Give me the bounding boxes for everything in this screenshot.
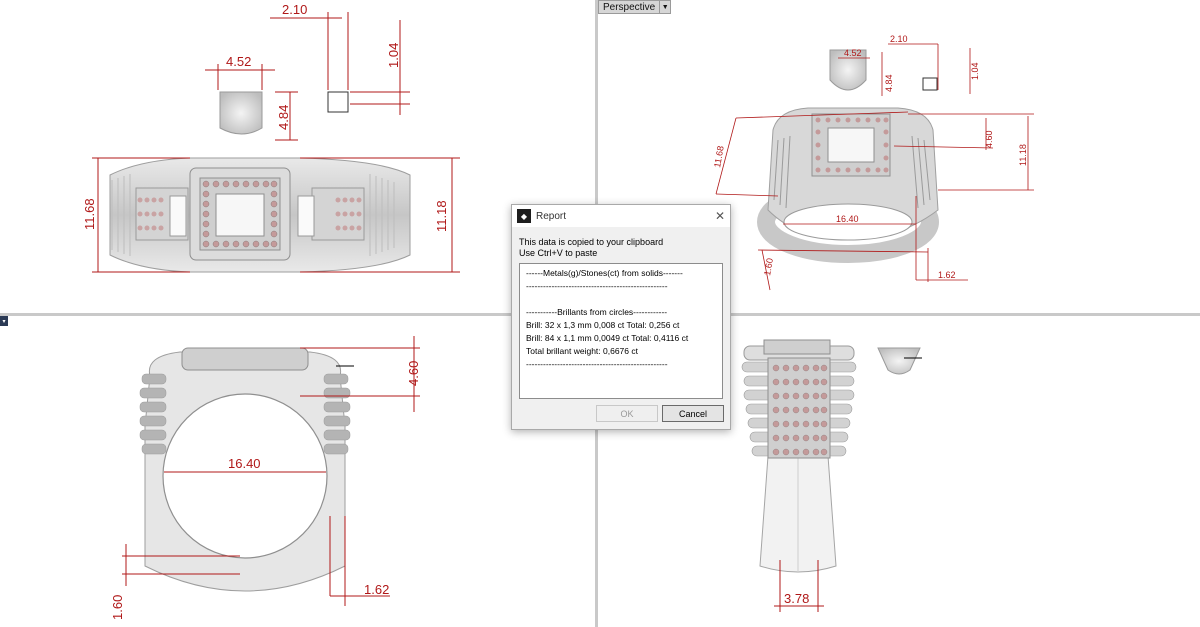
viewport-menu-icon[interactable]: ▾ (0, 316, 8, 326)
dim-right-height: 11.18 (434, 200, 449, 232)
dialog-message: This data is copied to your clipboard Us… (512, 227, 730, 259)
message-line-1: This data is copied to your clipboard (519, 237, 664, 247)
report-line: Brill: 32 x 1,3 mm 0,008 ct Total: 0,256… (526, 320, 680, 330)
dialog-titlebar[interactable]: ◆ Report ✕ (512, 205, 730, 227)
prong-square (327, 91, 349, 113)
front-view-drawing: 4.60 16.40 1.60 1.62 (110, 336, 421, 620)
report-text-area[interactable]: ------Metals(g)/Stones(ct) from solids--… (519, 263, 723, 399)
dim-persp-stone-width: 4.52 (844, 48, 862, 58)
dim-prong-width: 2.10 (282, 2, 307, 17)
report-line: ----------------------------------------… (526, 359, 668, 369)
cancel-button[interactable]: Cancel (662, 405, 724, 422)
dim-inner-diameter: 16.40 (228, 456, 261, 471)
dialog-title: Report (536, 210, 567, 222)
dim-persp-prong-width: 2.10 (890, 34, 908, 44)
chevron-down-icon[interactable]: ▼ (659, 1, 670, 13)
prong-perspective (922, 77, 938, 91)
loose-stone-top (219, 91, 263, 135)
dim-persp-prong-height: 1.04 (970, 62, 980, 80)
dim-stone-width: 4.52 (226, 54, 251, 69)
loose-stone-right (877, 347, 921, 375)
dim-persp-right-height: 11.18 (1018, 144, 1028, 166)
dim-persp-band-width: 1.62 (938, 270, 956, 280)
viewport-tab-label: Perspective (603, 1, 656, 13)
dim-head-height: 4.60 (406, 361, 421, 386)
report-line: ------Metals(g)/Stones(ct) from solids--… (526, 268, 683, 278)
dim-shank-thickness: 1.60 (110, 595, 125, 620)
rhino-app-icon: ◆ (517, 209, 531, 223)
report-line: Total brillant weight: 0,6676 ct (526, 346, 638, 356)
ring-top-body (109, 157, 411, 273)
viewport-front[interactable]: 4.60 16.40 1.60 1.62 (0, 316, 595, 627)
report-line: ----------------------------------------… (526, 281, 668, 291)
report-line: Brill: 84 x 1,1 mm 0,0049 ct Total: 0,41… (526, 333, 689, 343)
ok-button[interactable]: OK (596, 405, 658, 422)
dim-persp-stone-height: 4.84 (884, 74, 894, 92)
report-dialog: ◆ Report ✕ This data is copied to your c… (511, 204, 731, 430)
dim-stone-height: 4.84 (276, 105, 291, 130)
dim-shank-width: 1.62 (364, 582, 389, 597)
viewport-tab-perspective[interactable]: Perspective ▼ (598, 0, 672, 14)
report-line (526, 293, 716, 306)
message-line-2: Use Ctrl+V to paste (519, 248, 598, 258)
report-line: -----------Brillants from circles-------… (526, 307, 668, 317)
top-view-drawing: 4.52 4.84 2.10 1.04 11.68 11.18 (82, 2, 460, 273)
close-icon[interactable]: ✕ (710, 209, 730, 223)
ring-perspective-body (757, 107, 939, 263)
dim-shank-bottom: 3.78 (784, 591, 809, 606)
dim-persp-inner-diameter: 16.40 (836, 214, 859, 224)
dim-persp-mid-height: 4.60 (984, 130, 994, 148)
dim-left-height: 11.68 (82, 198, 97, 230)
viewport-top[interactable]: 4.52 4.84 2.10 1.04 11.68 11.18 (0, 0, 595, 313)
ring-right-body (741, 339, 857, 573)
dim-persp-band-height: 1.60 (762, 257, 775, 276)
dim-prong-height: 1.04 (386, 43, 401, 68)
